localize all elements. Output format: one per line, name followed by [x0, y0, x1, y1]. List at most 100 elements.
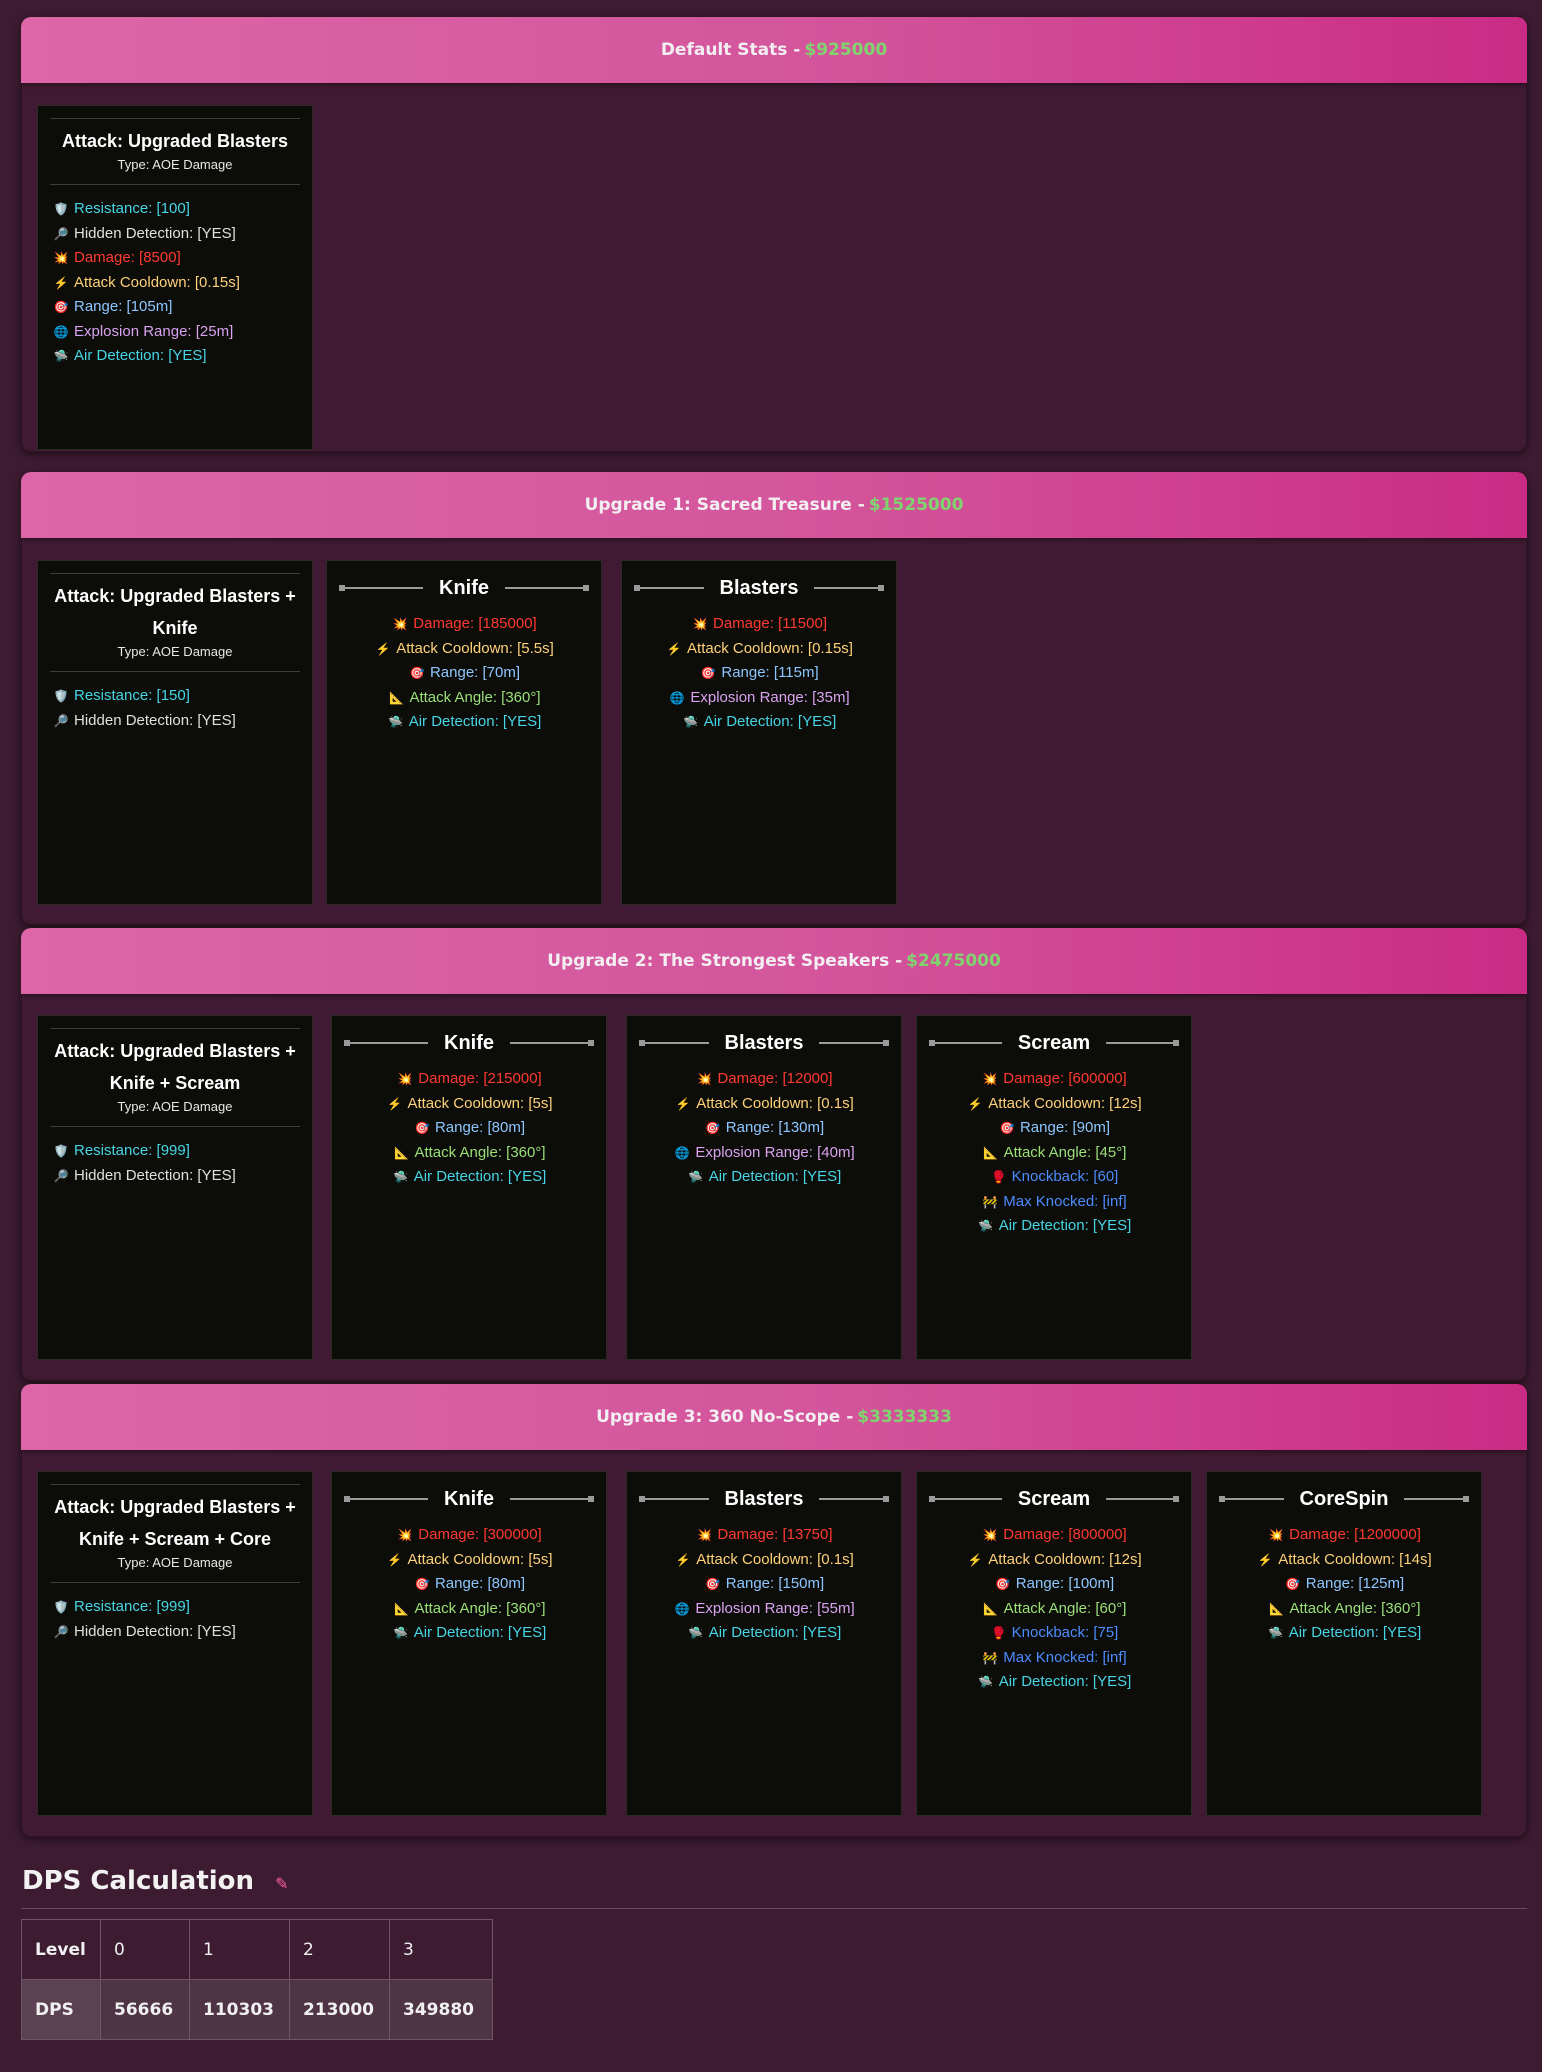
- stat-text: Air Detection: [YES]: [708, 1168, 842, 1185]
- target-icon: 🎯: [700, 666, 716, 680]
- table-cell-level: 3: [389, 1919, 493, 1980]
- attack-card-knife: Knife 💥 Damage: [300000] ⚡ Attack Cooldown: …: [331, 1471, 607, 1816]
- stat-text: Damage: [185000]: [413, 615, 537, 632]
- stat-attack-angle: 📐 Attack Angle: [360°]: [1207, 1597, 1481, 1622]
- stat-damage: 💥 Damage: [1200000]: [1207, 1523, 1481, 1548]
- lightning-icon: ⚡: [386, 1552, 402, 1567]
- lightning-icon: ⚡: [375, 641, 391, 656]
- stat-text: Damage: [1200000]: [1289, 1526, 1421, 1543]
- target-icon: 🎯: [53, 300, 69, 314]
- stat-text: Hidden Detection: [YES]: [74, 1622, 236, 1640]
- divider: [50, 184, 300, 185]
- target-icon: 🎯: [999, 1121, 1015, 1135]
- attack-title: Attack: Upgraded Blasters + Knife + Screa…: [50, 1035, 300, 1099]
- stat-text: Explosion Range: [40m]: [695, 1143, 855, 1161]
- stat-text: Attack Cooldown: [14s]: [1278, 1550, 1432, 1568]
- attack-name: Scream: [1017, 1031, 1091, 1054]
- ornament-line: [929, 1496, 1002, 1502]
- stat-attack-angle: 📐 Attack Angle: [45°]: [917, 1141, 1191, 1166]
- stat-text: Damage: [215000]: [418, 1070, 542, 1087]
- ufo-icon: 🛸: [393, 1170, 409, 1184]
- attack-card-blasters: Blasters 💥 Damage: [11500] ⚡ Attack Cooldown…: [621, 560, 897, 905]
- stat-text: Attack Cooldown: [12s]: [988, 1094, 1142, 1112]
- stat-text: Explosion Range: [55m]: [695, 1599, 855, 1617]
- stat-text: Range: [90m]: [1019, 1119, 1111, 1136]
- ufo-icon: 🛸: [388, 715, 404, 729]
- stat-text: Attack Angle: [45°]: [1003, 1143, 1127, 1161]
- stat-text: Attack Angle: [60°]: [1003, 1599, 1127, 1617]
- stat-text: Air Detection: [YES]: [413, 1624, 547, 1641]
- stat-text: Knockback: [60]: [1011, 1168, 1119, 1185]
- stat-air-detection: 🛸 Air Detection: [YES]: [327, 710, 601, 735]
- attack-name: CoreSpin: [1299, 1487, 1389, 1510]
- attack-name: Knife: [444, 1031, 494, 1054]
- ruler-angle-icon: 📐: [393, 1601, 409, 1616]
- stat-list: 💥 Damage: [600000] ⚡ Attack Cooldown: [12s]…: [917, 1067, 1191, 1239]
- ruler-angle-icon: 📐: [1268, 1601, 1284, 1616]
- ruler-angle-icon: 📐: [388, 690, 404, 705]
- stat-attack-angle: 📐 Attack Angle: [360°]: [332, 1597, 606, 1622]
- attack-title: Attack: Upgraded Blasters: [50, 125, 300, 157]
- divider: [50, 1582, 300, 1583]
- stat-range: 🎯 Range: [80m]: [332, 1116, 606, 1141]
- magnifier-icon: 🔎: [53, 226, 69, 241]
- attack-card-header: CoreSpin: [1207, 1484, 1481, 1514]
- ufo-icon: 🛸: [683, 715, 699, 729]
- ornament-line: [1106, 1496, 1179, 1502]
- section-upgrade-2: Upgrade 2: The Strongest Speakers - $247…: [21, 928, 1527, 1381]
- table-cell-level: 1: [189, 1919, 290, 1980]
- stat-hidden-detection: 🔎 Hidden Detection: [YES]: [52, 709, 300, 734]
- ruler-angle-icon: 📐: [983, 1601, 999, 1616]
- globe-icon: 🌐: [674, 1145, 690, 1160]
- stat-damage: 💥 Damage: [600000]: [917, 1067, 1191, 1092]
- stat-text: Explosion Range: [25m]: [74, 322, 234, 340]
- ufo-icon: 🛸: [978, 1219, 994, 1233]
- attack-card-header: Blasters: [627, 1484, 901, 1514]
- stat-text: Air Detection: [YES]: [413, 1168, 547, 1185]
- section-cost: $2475000: [906, 951, 1001, 971]
- attack-type: Type: AOE Damage: [117, 1555, 233, 1570]
- ornament-line: [819, 1040, 889, 1046]
- attack-card-header: Scream: [917, 1028, 1191, 1058]
- ornament-line: [510, 1496, 594, 1502]
- stat-range: 🎯 Range: [105m]: [52, 295, 300, 320]
- attack-card-header: Blasters: [627, 1028, 901, 1058]
- stat-text: Range: [130m]: [725, 1119, 825, 1136]
- ruler-angle-icon: 📐: [393, 1145, 409, 1160]
- stat-text: Attack Cooldown: [5s]: [407, 1094, 553, 1112]
- stat-text: Range: [150m]: [725, 1575, 825, 1592]
- explosion-icon: 💥: [692, 617, 708, 631]
- explosion-icon: 💥: [696, 1528, 712, 1542]
- stat-text: Range: [80m]: [434, 1119, 526, 1136]
- target-icon: 🎯: [705, 1121, 721, 1135]
- stat-list: 💥 Damage: [1200000] ⚡ Attack Cooldown: [14s…: [1207, 1523, 1481, 1646]
- stat-list: 💥 Damage: [215000] ⚡ Attack Cooldown: [5s] 🎯…: [332, 1067, 606, 1190]
- edit-pencil-icon[interactable]: ✎: [275, 1874, 288, 1893]
- attack-summary-card: Attack: Upgraded Blasters + Knife + Screa…: [37, 1471, 313, 1816]
- divider: [50, 1484, 300, 1485]
- lightning-icon: ⚡: [1257, 1552, 1273, 1567]
- shield-icon: 🛡️: [53, 1144, 69, 1158]
- ornament-line: [814, 585, 884, 591]
- section-upgrade-3: Upgrade 3: 360 No-Scope - $3333333 Attac…: [21, 1384, 1527, 1837]
- divider: [50, 118, 300, 119]
- explosion-icon: 💥: [982, 1528, 998, 1542]
- stat-text: Range: [115m]: [721, 664, 819, 681]
- ornament-line: [1219, 1496, 1284, 1502]
- stat-text: Air Detection: [YES]: [998, 1217, 1132, 1234]
- attack-title-line: Attack: Upgraded Blasters: [61, 131, 289, 151]
- stat-text: Range: [80m]: [434, 1575, 526, 1592]
- stat-attack-cooldown: ⚡ Attack Cooldown: [0.15s]: [52, 271, 300, 296]
- section-header: Upgrade 2: The Strongest Speakers - $247…: [21, 928, 1527, 994]
- section-upgrade-1: Upgrade 1: Sacred Treasure - $1525000 At…: [21, 472, 1527, 925]
- stat-attack-cooldown: ⚡ Attack Cooldown: [5s]: [332, 1092, 606, 1117]
- attack-name: Scream: [1017, 1487, 1091, 1510]
- target-icon: 🎯: [1285, 1577, 1301, 1591]
- target-icon: 🎯: [705, 1577, 721, 1591]
- stat-attack-cooldown: ⚡ Attack Cooldown: [5s]: [332, 1548, 606, 1573]
- stat-text: Air Detection: [YES]: [408, 713, 542, 730]
- stat-damage: 💥 Damage: [800000]: [917, 1523, 1191, 1548]
- section-default-stats: Default Stats - $925000 Attack: Upgraded…: [21, 17, 1527, 452]
- attack-card-corespin: CoreSpin 💥 Damage: [1200000] ⚡ Attack Cooldo…: [1206, 1471, 1482, 1816]
- ornament-line: [639, 1040, 709, 1046]
